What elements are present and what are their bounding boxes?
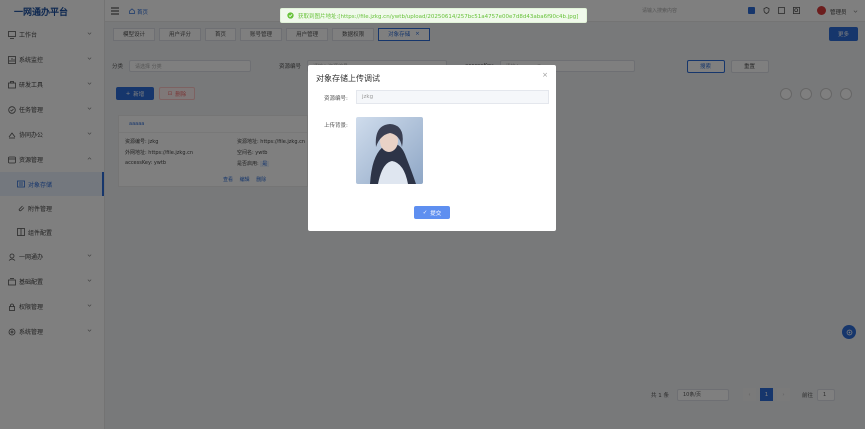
close-icon[interactable]: ×: [542, 71, 548, 79]
code-field: jzkg: [356, 90, 549, 104]
check-circle-icon: [287, 12, 294, 19]
check-icon: ✓: [422, 209, 428, 216]
toast-text: 获取到图片地址:[https://file.jzkg.cn/ywtb/uploa…: [298, 13, 579, 20]
bg-label: 上传背景:: [324, 123, 348, 129]
success-toast: 获取到图片地址:[https://file.jzkg.cn/ywtb/uploa…: [280, 8, 587, 23]
upload-debug-dialog: 对象存储上传调试 × 资源编号: jzkg 上传背景: ✓ 提交: [308, 65, 556, 231]
dialog-title: 对象存储上传调试: [316, 74, 380, 83]
uploaded-image-preview[interactable]: [356, 117, 423, 184]
submit-button[interactable]: ✓ 提交: [414, 206, 450, 219]
code-label: 资源编号:: [324, 96, 348, 102]
